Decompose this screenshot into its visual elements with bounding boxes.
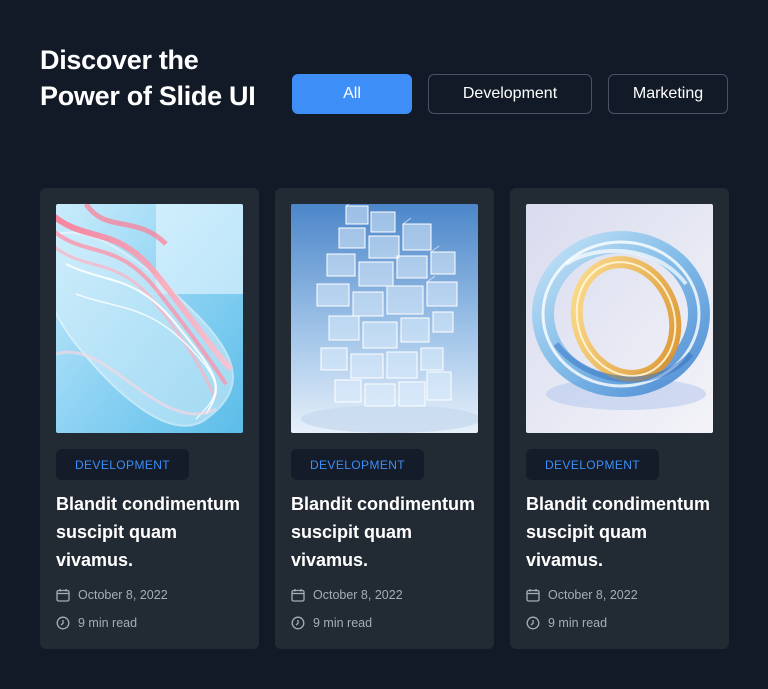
card-image[interactable] (526, 204, 713, 433)
article-card[interactable]: DEVELOPMENT Blandit condimentum suscipit… (510, 188, 729, 649)
card-image[interactable] (56, 204, 243, 433)
category-tag[interactable]: DEVELOPMENT (291, 449, 424, 480)
read-time-text: 9 min read (313, 616, 373, 630)
category-tag[interactable]: DEVELOPMENT (56, 449, 189, 480)
filter-marketing-button[interactable]: Marketing (608, 74, 728, 114)
date-text: October 8, 2022 (548, 588, 638, 602)
card-title[interactable]: Blandit condimentum suscipit quam vivamu… (526, 490, 718, 574)
clock-icon (56, 616, 70, 630)
card-image[interactable] (291, 204, 478, 433)
calendar-icon (56, 589, 70, 602)
date-text: October 8, 2022 (313, 588, 403, 602)
date-text: October 8, 2022 (78, 588, 168, 602)
filter-all-button[interactable]: All (292, 74, 412, 114)
card-read-time: 9 min read (56, 616, 137, 630)
card-title[interactable]: Blandit condimentum suscipit quam vivamu… (56, 490, 248, 574)
calendar-icon (526, 589, 540, 602)
clock-icon (291, 616, 305, 630)
card-read-time: 9 min read (291, 616, 372, 630)
read-time-text: 9 min read (548, 616, 608, 630)
card-date: October 8, 2022 (526, 588, 638, 602)
page-title: Discover the Power of Slide UI (40, 45, 256, 111)
article-card[interactable]: DEVELOPMENT Blandit condimentum suscipit… (40, 188, 259, 649)
card-date: October 8, 2022 (56, 588, 168, 602)
filter-development-button[interactable]: Development (428, 74, 592, 114)
read-time-text: 9 min read (78, 616, 138, 630)
filter-bar: All Development Marketing (292, 74, 728, 114)
card-read-time: 9 min read (526, 616, 607, 630)
card-title[interactable]: Blandit condimentum suscipit quam vivamu… (291, 490, 483, 574)
category-tag[interactable]: DEVELOPMENT (526, 449, 659, 480)
clock-icon (526, 616, 540, 630)
card-date: October 8, 2022 (291, 588, 403, 602)
article-card[interactable]: DEVELOPMENT Blandit condimentum suscipit… (275, 188, 494, 649)
card-list: DEVELOPMENT Blandit condimentum suscipit… (40, 188, 729, 649)
calendar-icon (291, 589, 305, 602)
